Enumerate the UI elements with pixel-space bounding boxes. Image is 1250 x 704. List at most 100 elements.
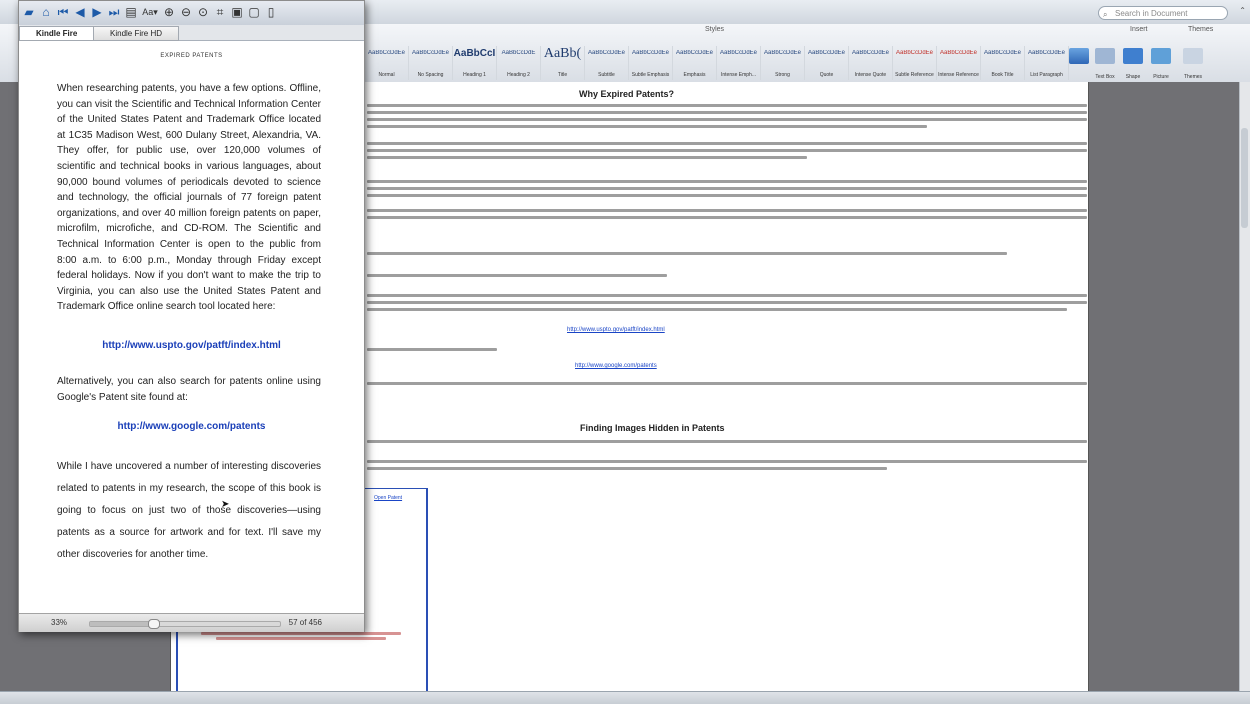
style-tile[interactable]: AaBbCcDdEe List Paragraph bbox=[1025, 46, 1069, 80]
doc-text-line bbox=[367, 111, 1087, 114]
progress-fill bbox=[90, 622, 153, 626]
tool-icon bbox=[1151, 48, 1171, 64]
style-sample: AaBbCcDdEe bbox=[631, 50, 670, 56]
style-tile[interactable]: AaBbCcDdEe Subtle Emphasis bbox=[629, 46, 673, 80]
scrollbar-thumb[interactable] bbox=[1241, 128, 1248, 228]
style-pane-icon bbox=[1069, 48, 1089, 64]
paragraph-research-options: When researching patents, you have a few… bbox=[57, 83, 321, 313]
style-tile[interactable]: AaBbCcDdEe Intense Reference bbox=[937, 46, 981, 80]
doc-text-line bbox=[367, 209, 1087, 212]
image-caption-link[interactable]: Open Patent bbox=[374, 495, 402, 501]
tab-kindle-fire-hd[interactable]: Kindle Fire HD bbox=[93, 26, 180, 41]
orientation-icon[interactable]: ▣ bbox=[230, 4, 244, 20]
style-sample: AaBbCcDdEe bbox=[411, 50, 450, 56]
doc-text-line bbox=[367, 187, 1087, 190]
zoom-out-icon[interactable]: ⊖ bbox=[179, 4, 193, 20]
open-book-icon[interactable]: ▰ bbox=[22, 4, 36, 20]
word-vertical-scrollbar[interactable] bbox=[1239, 82, 1250, 692]
insert-tool-button[interactable]: Text Box bbox=[1092, 46, 1118, 80]
tool-label: Themes bbox=[1183, 74, 1203, 80]
reading-progress-slider[interactable] bbox=[89, 619, 281, 629]
link-uspto[interactable]: http://www.uspto.gov/patft/index.html bbox=[19, 340, 364, 351]
style-sample: AaBbCcDdE bbox=[501, 50, 536, 56]
style-tile[interactable]: AaBbCcDdEe Subtle Reference bbox=[893, 46, 937, 80]
doc-text-line bbox=[367, 348, 497, 351]
style-pane-button[interactable] bbox=[1066, 46, 1092, 80]
tool-icon bbox=[1095, 48, 1115, 64]
collapse-ribbon-icon[interactable]: ⌃ bbox=[1239, 6, 1246, 15]
style-tile[interactable]: AaBb(Title bbox=[541, 46, 585, 80]
tool-icon bbox=[1123, 48, 1143, 64]
style-sample: AaBbCcDdEe bbox=[807, 50, 846, 56]
doc-text-line bbox=[367, 252, 1007, 255]
style-name: Strong bbox=[775, 72, 790, 78]
word-status-bar bbox=[0, 691, 1250, 704]
word-search-input[interactable]: ⌕ Search in Document bbox=[1098, 6, 1228, 20]
doc-text-line bbox=[367, 467, 887, 470]
font-size-icon[interactable]: Aa▾ bbox=[141, 4, 159, 20]
doc-text-line bbox=[367, 382, 1087, 385]
doc-link-google[interactable]: http://www.google.com/patents bbox=[575, 363, 657, 369]
home-icon[interactable]: ⌂ bbox=[39, 4, 53, 20]
style-tile[interactable]: AaBbCcDdEe No Spacing bbox=[409, 46, 453, 80]
themes-group-title: Themes bbox=[1188, 26, 1214, 33]
fullscreen-icon[interactable]: ⌗ bbox=[213, 4, 227, 20]
progress-thumb[interactable] bbox=[147, 619, 160, 629]
style-name: Quote bbox=[819, 72, 834, 78]
portrait-icon[interactable]: ▯ bbox=[264, 4, 278, 20]
doc-text-line bbox=[367, 149, 1087, 152]
tool-label: Picture bbox=[1153, 74, 1169, 80]
reading-percent: 33% bbox=[51, 618, 68, 627]
tab-kindle-fire[interactable]: Kindle Fire bbox=[19, 26, 95, 41]
style-tile[interactable]: AaBbCcDdEe Emphasis bbox=[673, 46, 717, 80]
next-page-icon[interactable]: ▶ bbox=[90, 4, 104, 20]
last-page-icon[interactable]: ⏭ bbox=[107, 4, 121, 20]
style-tile[interactable]: AaBbCcDdEe Book Title bbox=[981, 46, 1025, 80]
insert-tool-button[interactable]: Themes bbox=[1180, 46, 1206, 80]
doc-heading-finding-images: Finding Images Hidden in Patents bbox=[580, 423, 725, 433]
style-name: Emphasis bbox=[683, 72, 706, 78]
style-tile[interactable]: AaBbCcDdEe Intense Emph... bbox=[717, 46, 761, 80]
page-view-icon[interactable]: ▢ bbox=[247, 4, 261, 20]
style-tile[interactable]: AaBbCcDdEe Quote bbox=[805, 46, 849, 80]
style-sample: AaBbCcDdEe bbox=[367, 50, 406, 56]
word-search-placeholder: Search in Document bbox=[1115, 9, 1188, 18]
styles-group-title: Styles bbox=[705, 26, 725, 33]
style-name: Subtle Reference bbox=[895, 72, 934, 78]
style-tile[interactable]: AaBbCcDdEe Intense Quote bbox=[849, 46, 893, 80]
style-sample: AaBbCcDdEe bbox=[983, 50, 1022, 56]
doc-text-line bbox=[367, 308, 1067, 311]
style-sample: AaBbCcDdEe bbox=[851, 50, 890, 56]
tool-label: Shape bbox=[1125, 74, 1141, 80]
doc-text-line bbox=[367, 180, 1087, 183]
paragraph-google-alternative: Alternatively, you can also search for p… bbox=[57, 376, 321, 403]
style-tile[interactable]: AaBbCcDdEe Strong bbox=[761, 46, 805, 80]
style-tile[interactable]: AaBbCcI Heading 1 bbox=[453, 46, 497, 80]
zoom-in-icon[interactable]: ⊕ bbox=[162, 4, 176, 20]
style-tile[interactable]: AaBbCcDdEe Subtitle bbox=[585, 46, 629, 80]
insert-group-title: Insert bbox=[1130, 26, 1148, 33]
insert-tool-button[interactable]: Shape bbox=[1120, 46, 1146, 80]
doc-link-uspto[interactable]: http://www.uspto.gov/patft/index.html bbox=[567, 327, 665, 333]
previous-page-icon[interactable]: ◀ bbox=[73, 4, 87, 20]
link-google-patents[interactable]: http://www.google.com/patents bbox=[19, 421, 364, 432]
style-sample: AaBb( bbox=[543, 46, 582, 61]
tool-label: Text Box bbox=[1095, 74, 1115, 80]
zoom-reset-icon[interactable]: ⊙ bbox=[196, 4, 210, 20]
doc-text-line bbox=[367, 301, 1087, 304]
insert-tool-button[interactable]: Picture bbox=[1148, 46, 1174, 80]
style-name: Heading 1 bbox=[463, 72, 486, 78]
table-of-contents-icon[interactable]: ▤ bbox=[124, 4, 138, 20]
style-name: Intense Reference bbox=[938, 72, 979, 78]
style-tile[interactable]: AaBbCcDdE Heading 2 bbox=[497, 46, 541, 80]
page-location: 57 of 456 bbox=[288, 618, 322, 627]
kindle-page[interactable]: EXPIRED PATENTS When researching patents… bbox=[19, 41, 364, 613]
style-sample: AaBbCcI bbox=[453, 48, 496, 59]
doc-text-line bbox=[367, 216, 1087, 219]
first-page-icon[interactable]: ⏮ bbox=[56, 4, 70, 20]
style-sample: AaBbCcDdEe bbox=[675, 50, 714, 56]
doc-text-line bbox=[367, 118, 1087, 121]
style-name: Normal bbox=[378, 72, 395, 78]
style-tile[interactable]: AaBbCcDdEe Normal bbox=[365, 46, 409, 80]
style-sample: AaBbCcDdEe bbox=[1027, 50, 1066, 56]
